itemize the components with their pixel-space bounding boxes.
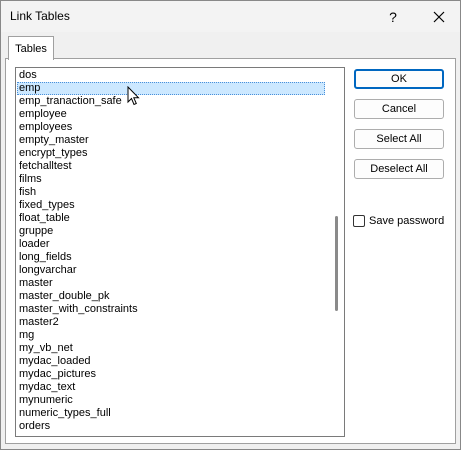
table-list-item[interactable]: master2	[17, 316, 325, 329]
table-list-item[interactable]: films	[17, 173, 325, 186]
table-list-item[interactable]: emp	[17, 82, 325, 95]
close-icon	[433, 11, 445, 22]
help-button[interactable]: ?	[373, 1, 413, 32]
table-list-item[interactable]: long_fields	[17, 251, 325, 264]
table-list-item[interactable]: gruppe	[17, 225, 325, 238]
table-list-item[interactable]: fixed_types	[17, 199, 325, 212]
table-list-item[interactable]: mydac_loaded	[17, 355, 325, 368]
save-password-label: Save password	[369, 215, 445, 227]
save-password-checkbox[interactable]	[353, 215, 365, 227]
cancel-button[interactable]: Cancel	[354, 99, 444, 119]
table-list-item[interactable]: mg	[17, 329, 325, 342]
question-mark-icon: ?	[389, 8, 397, 25]
table-list-item[interactable]: fish	[17, 186, 325, 199]
table-list-item[interactable]: mydac_pictures	[17, 368, 325, 381]
table-list-item[interactable]: numeric_types_full	[17, 407, 325, 420]
tab-tables-label: Tables	[15, 42, 47, 55]
deselect-all-button[interactable]: Deselect All	[354, 159, 444, 179]
table-list-item[interactable]: dos	[17, 69, 325, 82]
table-list-item[interactable]: longvarchar	[17, 264, 325, 277]
table-list-item[interactable]: employee	[17, 108, 325, 121]
scrollbar-thumb[interactable]	[335, 216, 338, 311]
close-button[interactable]	[419, 1, 459, 32]
table-list-item[interactable]: float_table	[17, 212, 325, 225]
mouse-pointer-icon	[127, 86, 140, 106]
table-list-item[interactable]: master	[17, 277, 325, 290]
table-list-item[interactable]: master_with_constraints	[17, 303, 325, 316]
table-list-item[interactable]: orders	[17, 420, 325, 433]
table-list-item[interactable]: mydac_text	[17, 381, 325, 394]
table-list-item[interactable]: employees	[17, 121, 325, 134]
ok-button[interactable]: OK	[354, 69, 444, 89]
table-list-item[interactable]: my_vb_net	[17, 342, 325, 355]
window-title: Link Tables	[10, 9, 70, 23]
table-list-item[interactable]: master_double_pk	[17, 290, 325, 303]
table-list-item[interactable]: emp_tranaction_safe	[17, 95, 325, 108]
table-list-item[interactable]: fetchalltest	[17, 160, 325, 173]
table-list-item[interactable]: encrypt_types	[17, 147, 325, 160]
table-list-item[interactable]: loader	[17, 238, 325, 251]
save-password-option[interactable]: Save password	[353, 213, 444, 229]
table-list-item[interactable]: mynumeric	[17, 394, 325, 407]
select-all-button[interactable]: Select All	[354, 129, 444, 149]
tables-listbox[interactable]: dos emp emp_tranaction_safe employee employe…	[15, 67, 345, 437]
vertical-scrollbar[interactable]	[329, 69, 343, 435]
title-bar: Link Tables ?	[1, 1, 460, 32]
table-list-item[interactable]: empty_master	[17, 134, 325, 147]
tab-tables[interactable]: Tables	[8, 36, 54, 60]
